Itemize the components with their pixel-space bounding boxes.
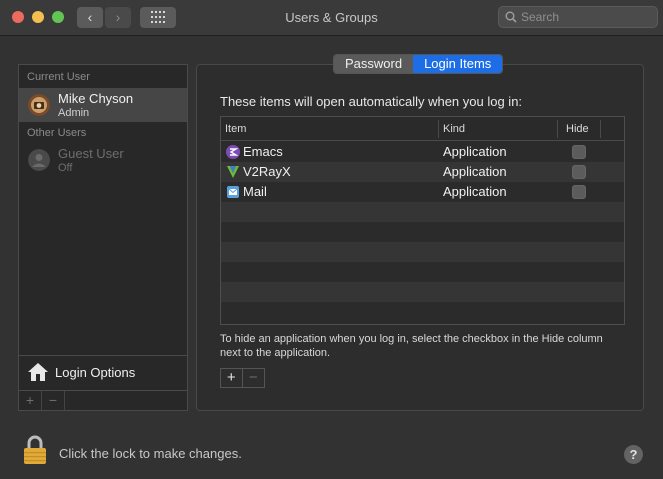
row-kind: Application [443,184,507,199]
tab-bar: Password Login Items [333,54,504,74]
current-user-label: Current User [27,71,90,83]
emacs-icon [226,145,240,159]
row-kind: Application [443,144,507,159]
search-input[interactable] [521,9,651,25]
mail-icon [227,186,239,198]
login-options-label: Login Options [55,365,136,380]
remove-user-button[interactable]: − [42,391,65,410]
empty-row [221,242,624,262]
search-icon [505,11,517,23]
row-kind: Application [443,164,507,179]
empty-row [221,222,624,242]
row-item-name: V2RayX [243,164,291,179]
empty-row [221,302,624,322]
users-sidebar: Current User Mike Chyson Admin Other Use… [18,64,188,411]
user-row-mike-chyson[interactable]: Mike Chyson Admin [19,88,187,122]
hide-hint-text: To hide an application when you log in, … [220,333,603,359]
other-users-label: Other Users [27,127,87,139]
title-bar: ‹ › Users & Groups [0,0,663,36]
hide-checkbox[interactable] [572,185,586,199]
empty-row [221,262,624,282]
login-items-add-remove: + − [220,368,265,388]
empty-row [221,202,624,222]
table-row[interactable]: V2RayX Application [221,162,624,182]
row-item-name: Emacs [243,144,283,159]
hide-checkbox[interactable] [572,145,586,159]
column-header-kind[interactable]: Kind [443,123,465,135]
table-header: Item Kind Hide [221,117,624,141]
remove-login-item-button[interactable]: − [243,369,264,387]
current-user-role: Admin [58,107,90,119]
user-row-guest-user[interactable]: Guest User Off [19,143,187,177]
row-item-name: Mail [243,184,267,199]
guest-user-status: Off [58,162,73,174]
empty-row [221,282,624,302]
login-items-table: Item Kind Hide Emacs Application V2RayX … [220,116,625,325]
help-button[interactable]: ? [624,445,643,464]
login-items-panel: These items will open automatically when… [196,64,644,411]
column-header-hide[interactable]: Hide [566,123,589,135]
guest-avatar-icon [28,149,50,171]
table-row[interactable]: Emacs Application [221,142,624,162]
current-user-name: Mike Chyson [58,91,134,106]
sidebar-add-remove-bar: + − [19,390,187,410]
lock-message: Click the lock to make changes. [59,446,242,461]
guest-user-name: Guest User [58,146,124,161]
hide-checkbox[interactable] [572,165,586,179]
tab-login-items[interactable]: Login Items [413,55,503,73]
v2rayx-icon [227,166,239,178]
login-options-item[interactable]: Login Options [19,355,187,389]
user-avatar-icon [28,94,50,116]
add-user-button[interactable]: + [19,391,42,410]
lock-icon[interactable] [23,435,47,465]
search-field[interactable] [498,6,658,28]
column-header-item[interactable]: Item [225,123,246,135]
login-items-heading: These items will open automatically when… [220,94,523,109]
house-icon [28,363,48,381]
add-login-item-button[interactable]: + [221,369,243,387]
table-row[interactable]: Mail Application [221,182,624,202]
tab-password[interactable]: Password [334,55,414,73]
